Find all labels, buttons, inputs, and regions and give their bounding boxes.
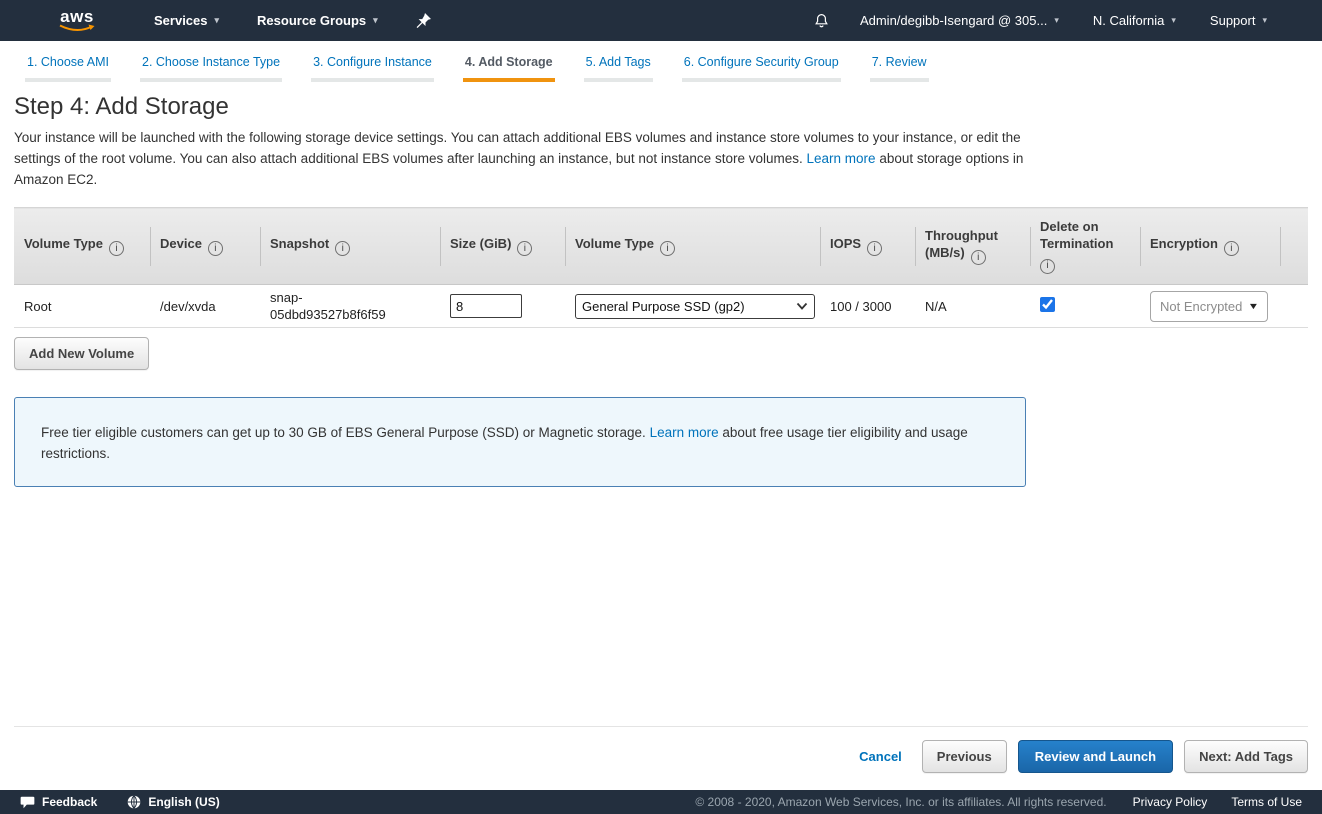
tab-add-storage[interactable]: 4. Add Storage	[463, 55, 555, 82]
header-volume-type-select: Volume Typei	[565, 208, 820, 285]
header-throughput: Throughput (MB/s)i	[915, 208, 1030, 285]
tab-configure-security-group[interactable]: 6. Configure Security Group	[682, 55, 841, 82]
cell-delete-on-termination	[1030, 285, 1140, 328]
review-and-launch-button[interactable]: Review and Launch	[1018, 740, 1173, 773]
cell-volume-type: Root	[14, 285, 150, 328]
chevron-down-icon: ▾	[215, 15, 220, 26]
cell-throughput: N/A	[915, 285, 1030, 328]
cell-size	[440, 285, 565, 328]
header-snapshot: Snapshoti	[260, 208, 440, 285]
nav-services-menu[interactable]: Services ▾	[154, 13, 219, 28]
volume-row-root: Root /dev/xvda snap-05dbd93527b8f6f59 Ge…	[14, 285, 1308, 328]
cell-device: /dev/xvda	[150, 285, 260, 328]
tab-choose-ami[interactable]: 1. Choose AMI	[25, 55, 111, 82]
next-add-tags-button[interactable]: Next: Add Tags	[1184, 740, 1308, 773]
free-tier-info-box: Free tier eligible customers can get up …	[14, 397, 1026, 487]
tab-configure-instance[interactable]: 3. Configure Instance	[311, 55, 434, 82]
info-icon[interactable]: i	[971, 250, 986, 265]
header-delete-on-termination: Delete on Termination i	[1030, 208, 1140, 285]
header-size-gib: Size (GiB)i	[440, 208, 565, 285]
nav-resource-groups-menu[interactable]: Resource Groups ▾	[257, 13, 378, 28]
tab-add-tags[interactable]: 5. Add Tags	[584, 55, 653, 82]
dropdown-arrow-icon: ▼	[1248, 301, 1260, 311]
info-icon[interactable]: i	[1040, 259, 1055, 274]
header-filler	[1280, 208, 1308, 285]
chevron-down-icon: ▾	[1171, 15, 1176, 26]
feedback-button[interactable]: Feedback	[20, 795, 97, 809]
terms-of-use-link[interactable]: Terms of Use	[1231, 795, 1302, 809]
learn-more-storage-link[interactable]: Learn more	[807, 151, 876, 166]
info-icon[interactable]: i	[1224, 241, 1239, 256]
privacy-policy-link[interactable]: Privacy Policy	[1133, 795, 1208, 809]
header-volume-type: Volume Typei	[14, 208, 150, 285]
tab-choose-instance-type[interactable]: 2. Choose Instance Type	[140, 55, 282, 82]
volume-type-select[interactable]: General Purpose SSD (gp2)	[575, 294, 815, 319]
cell-encryption: Not Encrypted ▼	[1140, 285, 1280, 328]
storage-volumes-table: Volume Typei Devicei Snapshoti Size (GiB…	[14, 207, 1308, 328]
delete-on-termination-checkbox[interactable]	[1040, 297, 1055, 312]
previous-button[interactable]: Previous	[922, 740, 1007, 773]
wizard-action-bar: Cancel Previous Review and Launch Next: …	[14, 726, 1308, 773]
copyright-text: © 2008 - 2020, Amazon Web Services, Inc.…	[695, 795, 1106, 809]
language-button[interactable]: English (US)	[127, 795, 219, 809]
chevron-down-icon: ▾	[373, 15, 378, 26]
notifications-bell-icon[interactable]	[813, 12, 830, 30]
cancel-link[interactable]: Cancel	[859, 749, 902, 764]
size-gib-input[interactable]	[450, 294, 522, 318]
info-icon[interactable]: i	[335, 241, 350, 256]
info-icon[interactable]: i	[517, 241, 532, 256]
learn-more-free-tier-link[interactable]: Learn more	[650, 425, 719, 440]
aws-smile-icon	[58, 24, 96, 33]
cell-snapshot: snap-05dbd93527b8f6f59	[260, 285, 440, 328]
speech-bubble-icon	[20, 796, 35, 809]
cell-volume-type-select: General Purpose SSD (gp2)	[565, 285, 820, 328]
page-title: Step 4: Add Storage	[14, 93, 1308, 121]
header-encryption: Encryptioni	[1140, 208, 1280, 285]
page-description: Your instance will be launched with the …	[14, 127, 1026, 190]
header-device: Devicei	[150, 208, 260, 285]
tab-review[interactable]: 7. Review	[870, 55, 929, 82]
top-navigation-bar: aws Services ▾ Resource Groups ▾ Admin/d…	[0, 0, 1322, 41]
page-footer: Feedback English (US) © 2008 - 2020, Ama…	[0, 790, 1322, 814]
aws-logo[interactable]: aws	[58, 9, 96, 33]
chevron-down-icon: ▾	[1054, 15, 1059, 26]
info-icon[interactable]: i	[109, 241, 124, 256]
pin-shortcut-icon[interactable]	[416, 13, 431, 29]
globe-icon	[127, 795, 141, 809]
encryption-dropdown[interactable]: Not Encrypted ▼	[1150, 291, 1268, 322]
table-header-row: Volume Typei Devicei Snapshoti Size (GiB…	[14, 208, 1308, 285]
header-iops: IOPSi	[820, 208, 915, 285]
account-menu[interactable]: Admin/degibb-Isengard @ 305... ▾	[860, 13, 1059, 28]
support-menu[interactable]: Support ▾	[1210, 13, 1267, 28]
info-icon[interactable]: i	[660, 241, 675, 256]
region-menu[interactable]: N. California ▾	[1093, 13, 1176, 28]
wizard-steps-tabs: 1. Choose AMI 2. Choose Instance Type 3.…	[0, 41, 1322, 82]
chevron-down-icon: ▾	[1262, 15, 1267, 26]
main-content: Step 4: Add Storage Your instance will b…	[0, 93, 1322, 487]
info-icon[interactable]: i	[208, 241, 223, 256]
add-new-volume-button[interactable]: Add New Volume	[14, 337, 149, 370]
aws-logo-text: aws	[60, 9, 94, 24]
info-icon[interactable]: i	[867, 241, 882, 256]
cell-iops: 100 / 3000	[820, 285, 915, 328]
